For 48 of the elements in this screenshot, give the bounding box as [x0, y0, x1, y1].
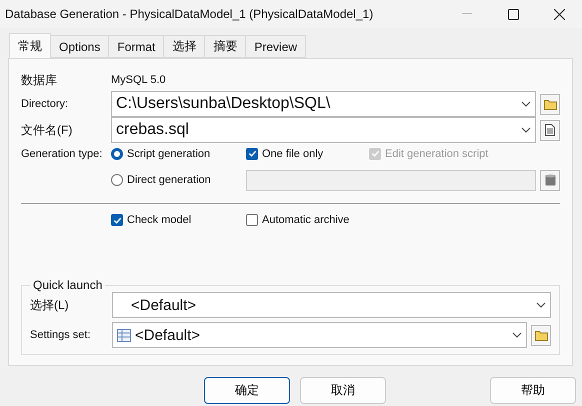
checkbox-icon: [246, 148, 258, 160]
document-icon: [545, 124, 555, 136]
connection-button[interactable]: [540, 170, 560, 190]
connection-field[interactable]: [246, 170, 536, 190]
chevron-down-icon[interactable]: [521, 101, 531, 107]
browse-button[interactable]: [531, 324, 551, 346]
chevron-down-icon[interactable]: [521, 127, 531, 133]
chevron-down-icon[interactable]: [536, 302, 546, 308]
minimize-icon: [462, 13, 472, 15]
tab[interactable]: Options: [50, 35, 110, 58]
folder-icon: [534, 330, 548, 340]
window-title: Database Generation - PhysicalDataModel_1 (PhysicalDataModel_1): [5, 7, 374, 21]
close-icon: [554, 8, 564, 20]
tab[interactable]: Format: [108, 35, 164, 58]
directory-label: Directory:: [21, 98, 70, 110]
table-icon: [117, 328, 131, 342]
checkbox-icon: [111, 214, 123, 226]
directory-combo[interactable]: C:\Users\sunba\Desktop\SQL\: [111, 91, 536, 117]
dialog-button[interactable]: 取消: [300, 377, 386, 404]
checkbox-icon: [246, 214, 258, 226]
folder-icon: [544, 98, 556, 110]
selection-label: 选择(L): [30, 296, 70, 314]
file-name-label: 文件名(F): [21, 122, 74, 138]
tab[interactable]: Preview: [245, 35, 306, 58]
radio-button[interactable]: Direct generation: [111, 174, 246, 186]
settings-set-combo[interactable]: <Default>: [112, 322, 527, 348]
chevron-down-icon[interactable]: [512, 332, 522, 338]
tab[interactable]: 常规: [9, 33, 51, 58]
checkbox[interactable]: Check model: [111, 214, 246, 226]
database-icon: [544, 174, 556, 186]
browse-button[interactable]: [540, 94, 560, 114]
database-value: MySQL 5.0: [111, 74, 167, 86]
checkbox-icon: [369, 148, 381, 160]
dialog-button[interactable]: 帮助: [490, 377, 576, 404]
file-button[interactable]: [540, 120, 560, 140]
checkbox[interactable]: One file only: [246, 148, 369, 160]
dialog-button[interactable]: 确定: [204, 377, 290, 404]
tab[interactable]: 摘要: [204, 35, 246, 58]
group-title: Quick launch: [32, 278, 104, 292]
tab[interactable]: 选择: [163, 35, 206, 58]
generation-type-label: Generation type:: [21, 148, 104, 160]
settings-set-label: Settings set:: [30, 329, 92, 341]
checkbox[interactable]: Automatic archive: [246, 214, 560, 226]
radio-button[interactable]: Script generation: [111, 148, 246, 160]
database-label: 数据库: [21, 72, 58, 88]
file-name-combo[interactable]: crebas.sql: [111, 117, 536, 143]
maximize-icon: [508, 8, 518, 20]
selection-combo[interactable]: <Default>: [112, 292, 551, 318]
